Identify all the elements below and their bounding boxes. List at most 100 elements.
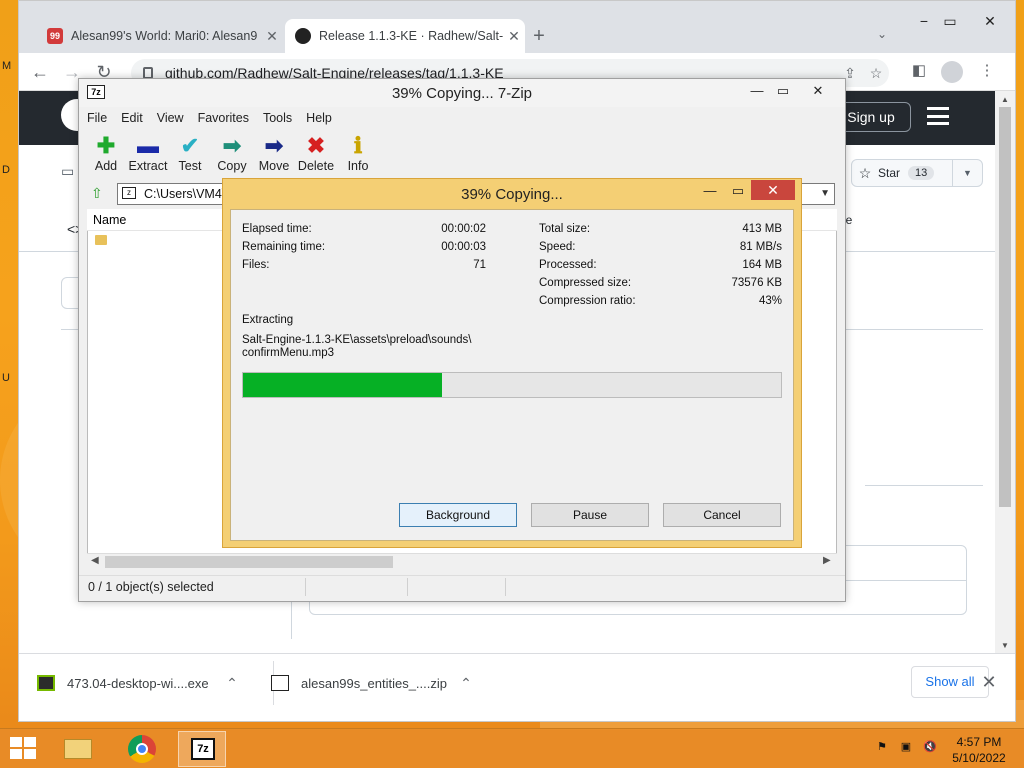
back-arrow-icon[interactable]: ←: [27, 59, 53, 85]
scroll-left-icon[interactable]: ◀: [91, 555, 99, 566]
current-file-path: Salt-Engine-1.1.3-KE\assets\preload\soun…: [242, 334, 472, 346]
pause-button[interactable]: Pause: [531, 503, 649, 527]
star-icon: ☆: [858, 164, 872, 181]
star-count: 13: [908, 166, 935, 180]
maximize-icon[interactable]: ▭: [725, 183, 751, 199]
info-button[interactable]: ℹ Info: [337, 133, 379, 173]
stat-value: 413 MB: [742, 223, 782, 235]
status-bar: 0 / 1 object(s) selected: [79, 575, 845, 599]
toolbar-label: Info: [347, 159, 369, 173]
close-icon[interactable]: ✕: [751, 180, 795, 200]
toolbar-label: Add: [94, 159, 118, 173]
scroll-right-icon[interactable]: ▶: [823, 555, 831, 566]
menu-bar: File Edit View Favorites Tools Help: [87, 111, 332, 125]
clock-time: 4:57 PM: [956, 735, 1002, 749]
stat-value: 164 MB: [742, 259, 782, 271]
minimize-icon[interactable]: —: [743, 83, 771, 98]
stat-compression-ratio: Compression ratio: 43%: [539, 292, 782, 310]
minimize-icon[interactable]: —: [697, 183, 723, 198]
toolbar: ✚ Add ▬ Extract ✔ Test ➡ Copy ➡ Move ✖ Delete …: [85, 133, 379, 173]
system-clock[interactable]: 4:57 PM 5/10/2022: [944, 734, 1014, 766]
window-titlebar[interactable]: 39% Copying... 7-Zip: [79, 79, 845, 107]
close-window-icon[interactable]: ✕: [969, 11, 1011, 31]
minus-icon: ▬: [137, 133, 159, 158]
stat-value: 00:00:03: [441, 241, 486, 253]
stat-value: 43%: [758, 295, 782, 307]
scroll-down-icon[interactable]: ▼: [999, 641, 1011, 650]
stat-label: Compressed size:: [539, 277, 632, 289]
desktop-icon-label[interactable]: U: [2, 372, 10, 384]
close-tab-icon[interactable]: ✕: [261, 28, 283, 45]
divider: [865, 485, 983, 486]
background-button[interactable]: Background: [399, 503, 517, 527]
copy-button[interactable]: ➡ Copy: [211, 133, 253, 173]
folder-icon[interactable]: [95, 235, 107, 245]
scroll-up-icon[interactable]: ▲: [999, 95, 1011, 104]
desktop-icon-label[interactable]: D: [2, 164, 10, 176]
download-filename: 473.04-desktop-wi....exe: [67, 675, 209, 691]
file-explorer-taskbar-icon[interactable]: [54, 731, 102, 767]
windows-start-icon[interactable]: [10, 737, 38, 761]
stat-speed: Speed: 81 MB/s: [539, 238, 782, 256]
stat-value: 71: [473, 259, 486, 271]
clock-date: 5/10/2022: [952, 751, 1006, 765]
chevron-down-icon[interactable]: ▼: [820, 184, 830, 204]
hamburger-menu-icon[interactable]: [927, 107, 949, 125]
progress-fill: [243, 373, 443, 397]
bookmark-star-icon[interactable]: ☆: [863, 65, 889, 82]
minimize-icon[interactable]: −: [911, 11, 937, 31]
extract-button[interactable]: ▬ Extract: [127, 133, 169, 173]
stat-label: Elapsed time:: [242, 223, 312, 235]
chevron-up-icon[interactable]: ⌃: [217, 675, 247, 692]
chevron-down-icon[interactable]: ▼: [952, 160, 982, 186]
download-item[interactable]: alesan99s_entities_....zip ⌃: [253, 661, 481, 705]
toolbar-label: Test: [178, 159, 202, 173]
side-panel-icon[interactable]: ◧: [907, 61, 931, 83]
stat-value: 00:00:02: [441, 223, 486, 235]
zip-file-icon: [271, 675, 289, 691]
add-button[interactable]: ✚ Add: [85, 133, 127, 173]
profile-avatar-icon[interactable]: [941, 61, 963, 83]
desktop-icon-label[interactable]: M: [2, 60, 11, 72]
download-item[interactable]: 473.04-desktop-wi....exe ⌃: [19, 661, 247, 705]
scrollbar-thumb[interactable]: [105, 556, 393, 568]
maximize-icon[interactable]: ▭: [937, 11, 963, 31]
path-text: C:\Users\VM4\: [144, 187, 226, 201]
browser-tab-alesan[interactable]: 99 Alesan99's World: Mari0: Alesan9 ✕: [37, 19, 283, 53]
new-tab-button[interactable]: +: [525, 23, 553, 51]
operation-label: Extracting: [242, 314, 294, 326]
close-icon[interactable]: ✕: [801, 83, 835, 99]
volume-muted-icon[interactable]: 🔇: [922, 740, 938, 756]
action-center-flag-icon[interactable]: ⚑: [874, 740, 890, 756]
sevenzip-app-icon: 7z: [87, 85, 105, 99]
menu-favorites[interactable]: Favorites: [198, 111, 249, 125]
menu-help[interactable]: Help: [306, 111, 332, 125]
star-button[interactable]: ☆ Star 13 ▼: [851, 159, 983, 187]
network-icon[interactable]: ▣: [898, 740, 914, 756]
info-icon: ℹ: [353, 133, 363, 158]
chrome-taskbar-icon[interactable]: [118, 731, 166, 767]
menu-file[interactable]: File: [87, 111, 107, 125]
column-label: Name: [93, 213, 127, 227]
menu-edit[interactable]: Edit: [121, 111, 143, 125]
menu-view[interactable]: View: [157, 111, 184, 125]
chevron-up-icon[interactable]: ⌃: [451, 675, 481, 692]
current-file-name: confirmMenu.mp3: [242, 347, 335, 359]
delete-button[interactable]: ✖ Delete: [295, 133, 337, 173]
tab-search-chevron-icon[interactable]: ⌄: [877, 27, 887, 41]
kebab-menu-icon[interactable]: ⋮: [975, 61, 999, 83]
menu-tools[interactable]: Tools: [263, 111, 292, 125]
folder-up-icon[interactable]: ⇧: [91, 185, 109, 203]
stat-label: Files:: [242, 259, 270, 271]
browser-tab-release[interactable]: Release 1.1.3-KE · Radhew/Salt-E ✕: [285, 19, 525, 53]
maximize-icon[interactable]: ▭: [769, 83, 797, 99]
scrollbar-thumb[interactable]: [999, 107, 1011, 507]
test-button[interactable]: ✔ Test: [169, 133, 211, 173]
timeline-line: [291, 601, 292, 639]
close-tab-icon[interactable]: ✕: [503, 28, 525, 45]
sevenzip-taskbar-icon[interactable]: 7z: [178, 731, 226, 767]
move-button[interactable]: ➡ Move: [253, 133, 295, 173]
close-icon[interactable]: ✕: [977, 669, 1001, 695]
download-filename: alesan99s_entities_....zip: [301, 675, 447, 691]
cancel-button[interactable]: Cancel: [663, 503, 781, 527]
